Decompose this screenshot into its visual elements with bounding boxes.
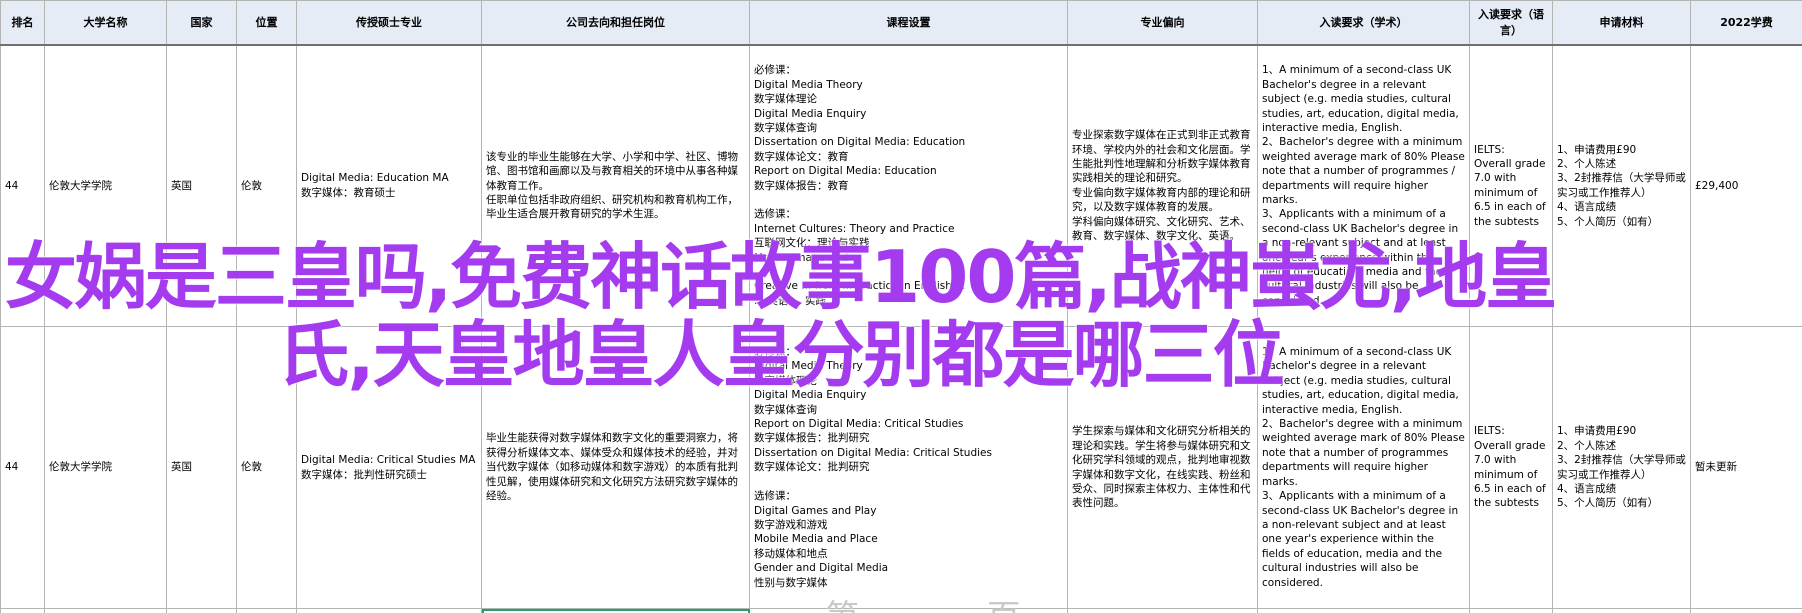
cell-career[interactable]: 毕业生能获得对数字媒体和数字文化的重要洞察力，将获得分析媒体文本、媒体受众和媒体…	[481, 326, 750, 609]
selected-cell[interactable]	[481, 608, 750, 613]
col-header-university[interactable]: 大学名称	[44, 0, 167, 46]
cell-university[interactable]: 伦敦大学学院	[44, 44, 167, 327]
empty-cell[interactable]	[1690, 608, 1802, 613]
col-header-focus[interactable]: 专业偏向	[1067, 0, 1258, 46]
col-header-language[interactable]: 入读要求（语言）	[1469, 0, 1553, 46]
cell-program[interactable]: Digital Media: Critical Studies MA 数字媒体：…	[296, 326, 482, 609]
cell-program[interactable]: Digital Media: Education MA 数字媒体：教育硕士	[296, 44, 482, 327]
cell-courses[interactable]: 必修课： Digital Media Theory 数字媒体理论 Digital…	[749, 44, 1068, 327]
empty-cell[interactable]	[236, 608, 297, 613]
cell-career[interactable]: 该专业的毕业生能够在大学、小学和中学、社区、博物馆、图书馆和画廊以及与教育相关的…	[481, 44, 750, 327]
empty-cell[interactable]	[1067, 608, 1258, 613]
cell-tuition[interactable]: 暂未更新	[1690, 326, 1802, 609]
empty-cell[interactable]	[166, 608, 237, 613]
col-header-courses[interactable]: 课程设置	[749, 0, 1068, 46]
cell-academic[interactable]: 1、A minimum of a second-class UK Bachelo…	[1257, 326, 1470, 609]
empty-cell[interactable]	[44, 608, 167, 613]
empty-cell[interactable]	[1552, 608, 1691, 613]
cell-university[interactable]: 伦敦大学学院	[44, 326, 167, 609]
table-row: 44 伦敦大学学院 英国 伦敦 Digital Media: Education…	[0, 44, 1802, 327]
empty-cell[interactable]	[1469, 608, 1553, 613]
cell-language[interactable]: IELTS: Overall grade 7.0 with minimum of…	[1469, 326, 1553, 609]
cell-courses[interactable]: 必修课： Digital Media Theory 数字媒体理论 Digital…	[749, 326, 1068, 609]
cell-location[interactable]: 伦敦	[236, 44, 297, 327]
faint-watermark-text: 第 一 页	[825, 590, 1039, 613]
cell-tuition[interactable]: £29,400	[1690, 44, 1802, 327]
cell-location[interactable]: 伦敦	[236, 326, 297, 609]
cell-materials[interactable]: 1、申请费用£90 2、个人陈述 3、2封推荐信（大学导师或实习或工作推荐人） …	[1552, 326, 1691, 609]
cell-language[interactable]: IELTS: Overall grade 7.0 with minimum of…	[1469, 44, 1553, 327]
cell-country[interactable]: 英国	[166, 326, 237, 609]
cell-country[interactable]: 英国	[166, 44, 237, 327]
cell-rank[interactable]: 44	[0, 44, 45, 327]
cell-academic[interactable]: 1、A minimum of a second-class UK Bachelo…	[1257, 44, 1470, 327]
col-header-academic[interactable]: 入读要求（学术）	[1257, 0, 1470, 46]
col-header-location[interactable]: 位置	[236, 0, 297, 46]
empty-cell[interactable]	[0, 608, 45, 613]
header-row: 排名 大学名称 国家 位置 传授硕士专业 公司去向和担任岗位 课程设置 专业偏向…	[0, 0, 1802, 46]
col-header-rank[interactable]: 排名	[0, 0, 45, 46]
cell-focus[interactable]: 专业探索数字媒体在正式到非正式教育环境、学校内外的社会和文化层面。学生能批判性地…	[1067, 44, 1258, 327]
col-header-country[interactable]: 国家	[166, 0, 237, 46]
col-header-materials[interactable]: 申请材料	[1552, 0, 1691, 46]
table-row: 44 伦敦大学学院 英国 伦敦 Digital Media: Critical …	[0, 326, 1802, 609]
data-table: 排名 大学名称 国家 位置 传授硕士专业 公司去向和担任岗位 课程设置 专业偏向…	[0, 0, 1802, 613]
cell-focus[interactable]: 学生探索与媒体和文化研究分析相关的理论和实践。学生将参与媒体研究和文化研究学科领…	[1067, 326, 1258, 609]
empty-cell[interactable]	[1257, 608, 1470, 613]
col-header-program[interactable]: 传授硕士专业	[296, 0, 482, 46]
col-header-career[interactable]: 公司去向和担任岗位	[481, 0, 750, 46]
col-header-tuition[interactable]: 2022学费	[1690, 0, 1802, 46]
cell-materials[interactable]: 1、申请费用£90 2、个人陈述 3、2封推荐信（大学导师或实习或工作推荐人） …	[1552, 44, 1691, 327]
spreadsheet: 排名 大学名称 国家 位置 传授硕士专业 公司去向和担任岗位 课程设置 专业偏向…	[0, 0, 1802, 613]
cell-rank[interactable]: 44	[0, 326, 45, 609]
empty-cell[interactable]	[296, 608, 482, 613]
